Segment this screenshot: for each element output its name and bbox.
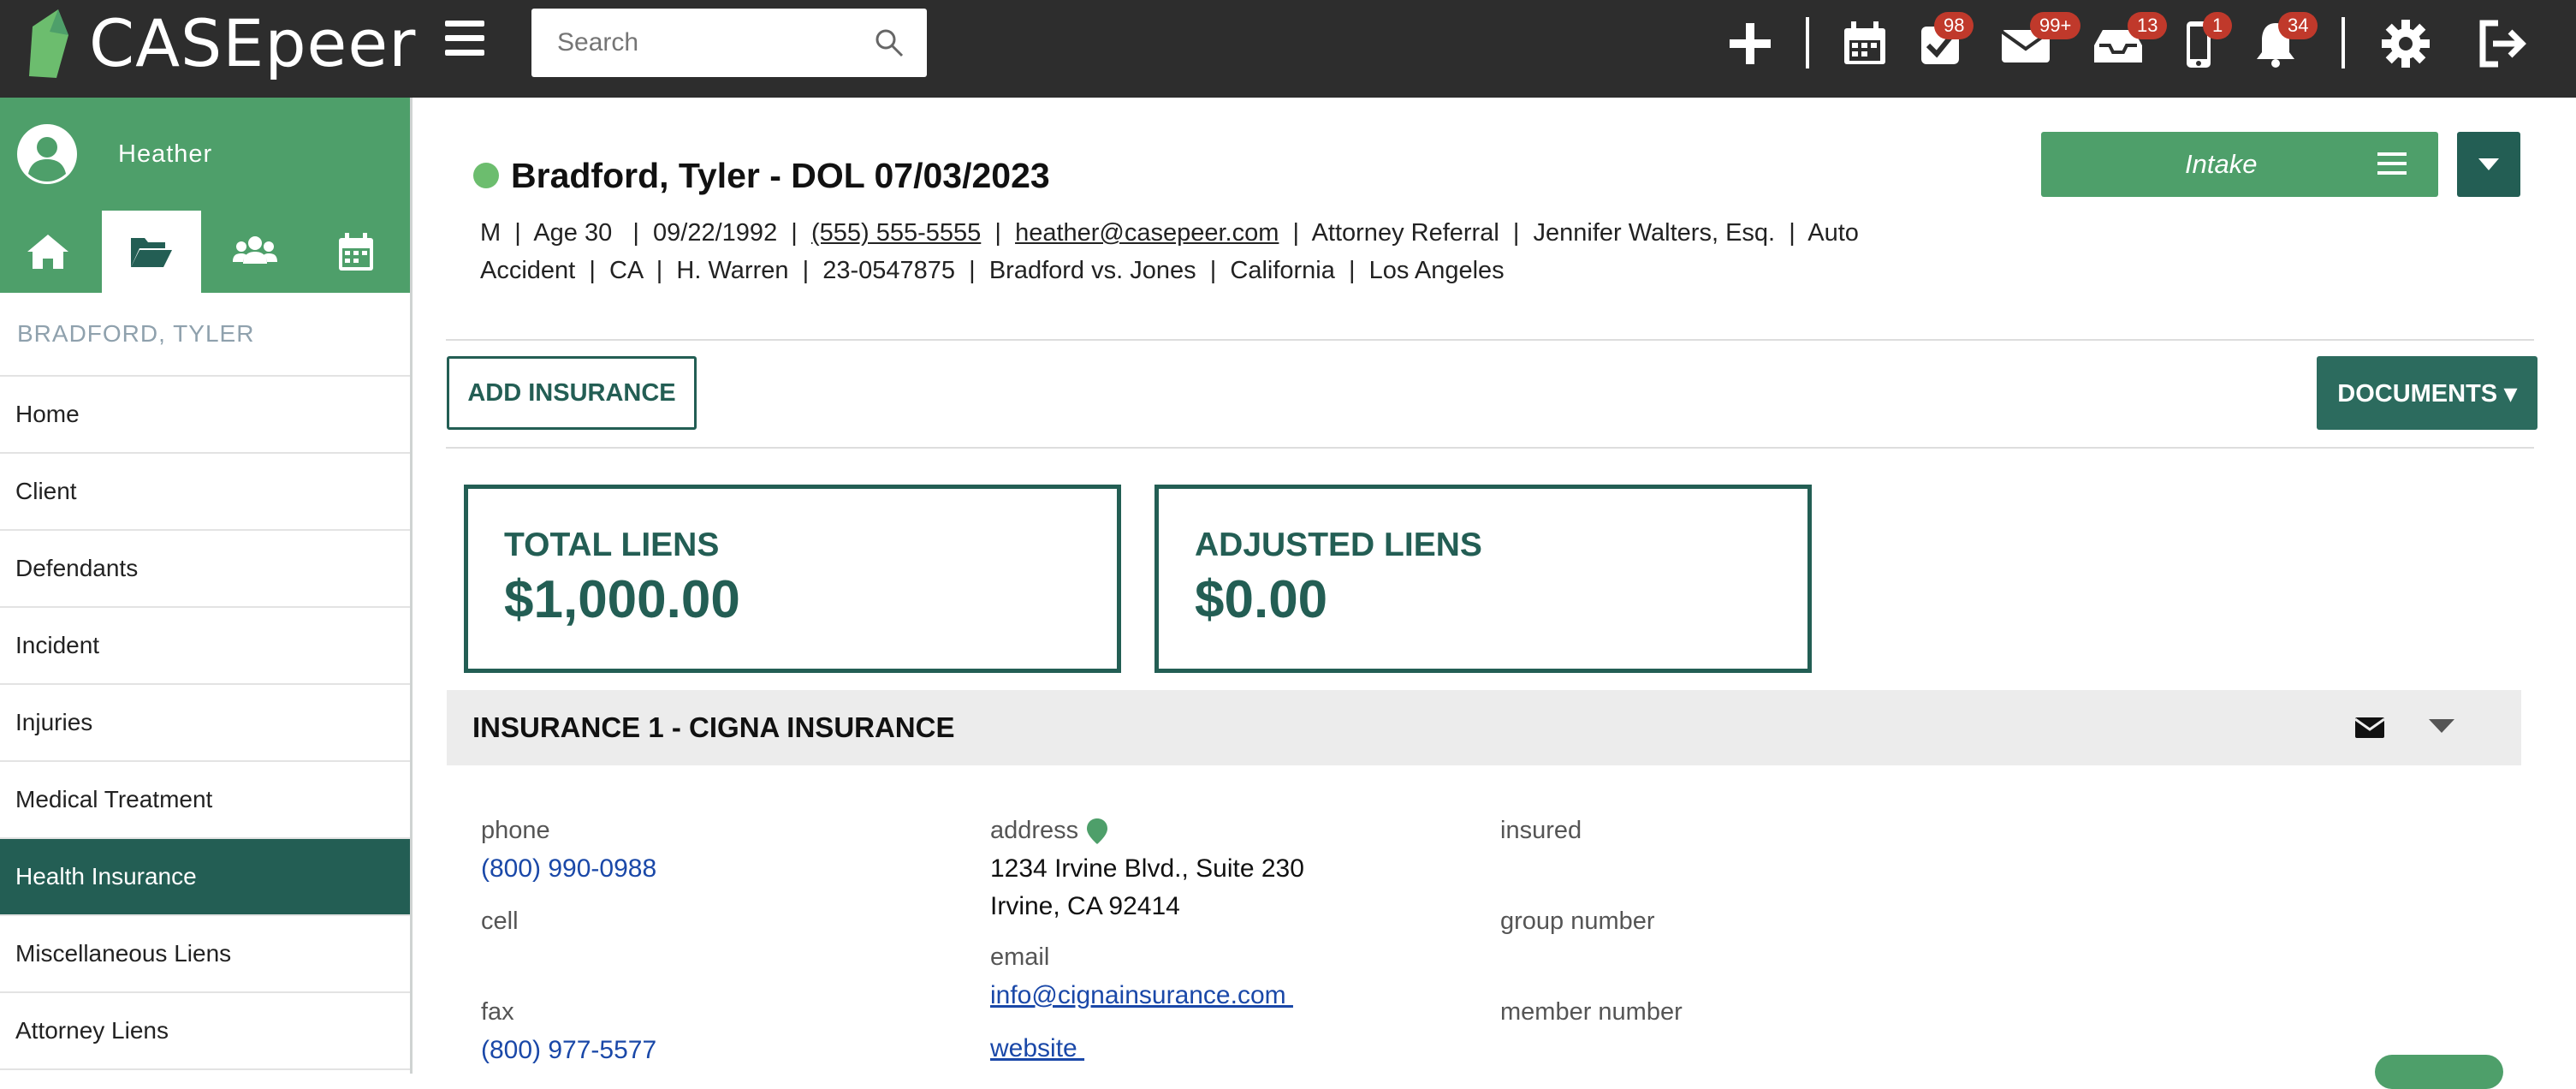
notifications-badge: 34 <box>2278 12 2318 39</box>
adjusted-liens-card: ADJUSTED LIENS $0.00 <box>1154 485 1812 673</box>
tab-contacts[interactable] <box>207 211 303 293</box>
case-title: Bradford, Tyler - DOL 07/03/2023 <box>511 156 1050 195</box>
client-email-link[interactable]: heather@casepeer.com <box>1015 219 1279 247</box>
caret-down-icon <box>2478 158 2499 170</box>
top-bar: CASEpeer 98 99+ 13 1 34 <box>0 0 2576 98</box>
sidebar-item-home[interactable]: Home <box>0 377 410 454</box>
adjusted-liens-value: $0.00 <box>1195 570 1328 629</box>
tasks-icon[interactable]: 98 <box>1914 12 1974 72</box>
insurance-fax-link[interactable]: (800) 977-5577 <box>481 1036 656 1065</box>
calendar-icon <box>339 233 374 271</box>
insured-label: insured <box>1500 817 1582 844</box>
tab-calendar[interactable] <box>308 211 404 293</box>
sidebar-item-injuries[interactable]: Injuries <box>0 685 410 762</box>
intake-dropdown-button[interactable] <box>2457 132 2520 197</box>
add-icon[interactable] <box>1722 15 1778 72</box>
sidebar: Heather BRADFORD, TYLER Home Client Defe… <box>0 98 413 1074</box>
phone-badge: 1 <box>2203 12 2233 39</box>
case-details-text: Accident | CA | H. Warren | 23-0547875 |… <box>480 257 1505 284</box>
main-content: Bradford, Tyler - DOL 07/03/2023 M | Age… <box>415 98 2576 1089</box>
fax-label: fax <box>481 998 514 1026</box>
folder-open-icon <box>130 238 172 267</box>
chevron-down-icon[interactable] <box>2429 717 2454 735</box>
insurance-email-link[interactable]: info@cignainsurance.com <box>990 981 1293 1010</box>
adjusted-liens-title: ADJUSTED LIENS <box>1195 527 1482 563</box>
insurance-title: INSURANCE 1 - CIGNA INSURANCE <box>472 711 955 743</box>
sidebar-tabs <box>0 211 410 293</box>
toolbar-divider <box>1806 17 1809 68</box>
user-profile[interactable]: Heather <box>0 98 410 211</box>
calendar-icon[interactable] <box>1837 15 1893 72</box>
add-insurance-button[interactable]: ADD INSURANCE <box>447 356 697 430</box>
user-avatar-icon <box>17 124 77 184</box>
divider <box>446 339 2534 341</box>
documents-dropdown-button[interactable]: DOCUMENTS ▾ <box>2317 356 2537 430</box>
list-icon <box>2377 152 2407 175</box>
member-number-label: member number <box>1500 998 1683 1026</box>
users-icon <box>232 236 277 264</box>
case-details-separator: | <box>981 219 1016 247</box>
case-details: M | Age 30 | 09/22/1992 | (555) 555-5555… <box>480 214 1961 289</box>
client-phone-link[interactable]: (555) 555-5555 <box>811 219 981 247</box>
group-number-label: group number <box>1500 908 1655 935</box>
address-label: address <box>990 817 1079 844</box>
sidebar-case-label: BRADFORD, TYLER <box>0 293 410 377</box>
email-label: email <box>990 943 1050 971</box>
case-status-indicator <box>473 163 499 188</box>
case-details-text: | Attorney Referral | Jennifer Walters, … <box>1279 219 1859 247</box>
intake-label: Intake <box>2185 149 2258 179</box>
total-liens-card: TOTAL LIENS $1,000.00 <box>464 485 1121 673</box>
phone-label: phone <box>481 817 550 844</box>
divider <box>446 447 2534 449</box>
case-details-text: M | Age 30 | 09/22/1992 | <box>480 219 811 247</box>
mail-badge: 99+ <box>2030 12 2081 39</box>
inbox-icon[interactable]: 13 <box>2090 12 2168 72</box>
sidebar-item-defendants[interactable]: Defendants <box>0 531 410 608</box>
notifications-bell-icon[interactable]: 34 <box>2247 12 2318 72</box>
total-liens-value: $1,000.00 <box>504 570 740 629</box>
cell-label: cell <box>481 908 519 935</box>
tasks-badge: 98 <box>1934 12 1974 39</box>
gear-icon[interactable] <box>2377 15 2434 72</box>
address-line-2: Irvine, CA 92414 <box>990 892 1180 920</box>
sidebar-item-medical-treatment[interactable]: Medical Treatment <box>0 762 410 839</box>
toolbar-divider <box>2342 17 2345 68</box>
search-input[interactable] <box>531 9 840 77</box>
tab-case-files[interactable] <box>101 211 201 293</box>
envelope-icon[interactable] <box>2355 716 2384 740</box>
casepeer-logo[interactable]: CASEpeer <box>24 5 416 82</box>
sidebar-item-miscellaneous-liens[interactable]: Miscellaneous Liens <box>0 916 410 993</box>
logout-icon[interactable] <box>2473 15 2530 72</box>
insurance-website-link[interactable]: website <box>990 1034 1084 1063</box>
menu-toggle-icon[interactable] <box>445 21 484 60</box>
inbox-badge: 13 <box>2128 12 2168 39</box>
logo-text: CASEpeer <box>89 5 417 81</box>
map-pin-icon[interactable] <box>1087 818 1107 844</box>
tab-home[interactable] <box>0 211 96 293</box>
partial-green-button[interactable] <box>2375 1055 2503 1089</box>
mail-icon[interactable]: 99+ <box>1997 12 2081 72</box>
sidebar-item-attorney-liens[interactable]: Attorney Liens <box>0 993 410 1070</box>
user-name: Heather <box>118 140 213 168</box>
leaf-logo-icon <box>29 9 68 78</box>
address-line-1: 1234 Irvine Blvd., Suite 230 <box>990 854 1304 883</box>
sidebar-item-client[interactable]: Client <box>0 454 410 531</box>
phone-icon[interactable]: 1 <box>2170 12 2233 72</box>
insurance-panel-header[interactable]: INSURANCE 1 - CIGNA INSURANCE <box>447 690 2521 765</box>
insurance-phone-link[interactable]: (800) 990-0988 <box>481 854 656 884</box>
sidebar-item-incident[interactable]: Incident <box>0 608 410 685</box>
search-box <box>531 9 927 77</box>
intake-button[interactable]: Intake <box>2041 132 2438 197</box>
home-icon <box>27 235 68 269</box>
search-icon[interactable] <box>874 27 905 58</box>
sidebar-item-health-insurance[interactable]: Health Insurance <box>0 839 410 916</box>
total-liens-title: TOTAL LIENS <box>504 527 720 563</box>
